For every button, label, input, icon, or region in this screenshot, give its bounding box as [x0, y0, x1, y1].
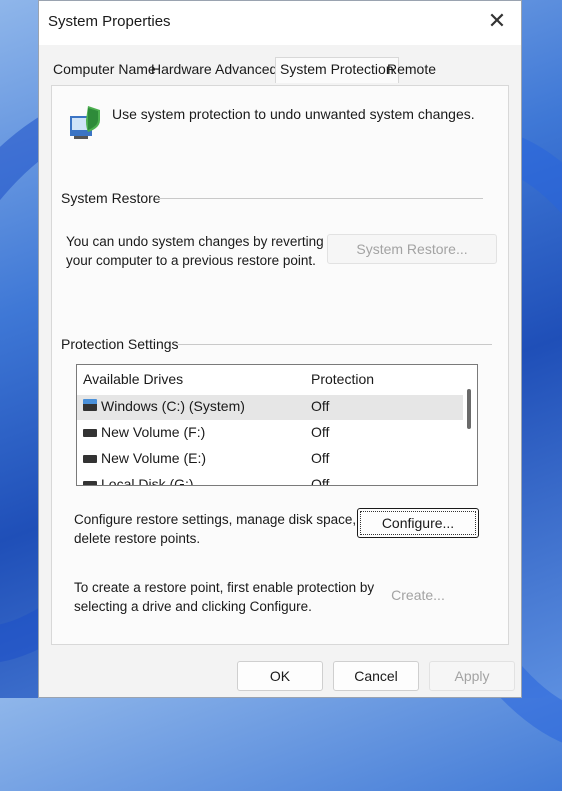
drive-row[interactable]: New Volume (E:) Off [77, 447, 463, 472]
tab-advanced[interactable]: Advanced [215, 61, 277, 77]
drives-list[interactable]: Available Drives Protection Windows (C:)… [76, 364, 478, 486]
tab-hardware[interactable]: Hardware [151, 61, 212, 77]
system-restore-description: You can undo system changes by reverting… [66, 232, 324, 270]
system-restore-button[interactable]: System Restore... [327, 234, 497, 264]
configure-description-line2: delete restore points. [74, 531, 201, 546]
dialog-footer: OK Cancel Apply [39, 649, 521, 699]
drive-protection-status: Off [311, 398, 330, 414]
drive-row[interactable]: Windows (C:) (System) Off [77, 395, 463, 420]
drive-name: Local Disk (G:) [101, 476, 194, 486]
drives-scrollbar[interactable] [467, 389, 471, 429]
system-restore-description-line1: You can undo system changes by reverting [66, 234, 324, 249]
tab-panel: Use system protection to undo unwanted s… [51, 85, 509, 645]
column-header-protection[interactable]: Protection [311, 371, 374, 387]
drive-name: New Volume (F:) [101, 424, 206, 440]
configure-description: Configure restore settings, manage disk … [74, 510, 382, 548]
create-button[interactable]: Create... [357, 580, 479, 610]
window-title: System Properties [48, 13, 171, 30]
close-icon[interactable]: ✕ [483, 7, 511, 35]
title-bar: System Properties ✕ [39, 1, 521, 45]
protection-settings-group-label: Protection Settings [61, 336, 179, 352]
column-header-available-drives[interactable]: Available Drives [83, 371, 183, 387]
create-description-line2: selecting a drive and clicking Configure… [74, 599, 312, 614]
intro-text: Use system protection to undo unwanted s… [112, 106, 475, 122]
drive-protection-status: Off [311, 476, 330, 486]
drive-row[interactable]: New Volume (F:) Off [77, 421, 463, 446]
configure-button[interactable]: Configure... [357, 508, 479, 538]
create-description: To create a restore point, first enable … [74, 578, 374, 616]
drive-row[interactable]: Local Disk (G:) Off [77, 473, 463, 486]
ok-button[interactable]: OK [237, 661, 323, 691]
apply-button[interactable]: Apply [429, 661, 515, 691]
cancel-button[interactable]: Cancel [333, 661, 419, 691]
tab-remote[interactable]: Remote [387, 61, 436, 77]
system-protection-icon [70, 106, 100, 139]
drive-icon [83, 455, 97, 463]
drive-protection-status: Off [311, 450, 330, 466]
create-description-line1: To create a restore point, first enable … [74, 580, 375, 595]
system-drive-icon [83, 399, 97, 411]
drive-protection-status: Off [311, 424, 330, 440]
tab-system-protection[interactable]: System Protection [275, 57, 399, 83]
group-divider [178, 344, 492, 345]
system-properties-dialog: System Properties ✕ Computer Name Hardwa… [38, 0, 522, 698]
group-divider [155, 198, 483, 199]
drive-icon [83, 429, 97, 437]
drive-name: New Volume (E:) [101, 450, 207, 466]
drive-icon [83, 481, 97, 485]
configure-description-line1: Configure restore settings, manage disk … [74, 512, 383, 527]
drive-name: Windows (C:) (System) [101, 398, 245, 414]
system-restore-group-label: System Restore [61, 190, 161, 206]
tab-computer-name[interactable]: Computer Name [53, 61, 156, 77]
system-restore-description-line2: your computer to a previous restore poin… [66, 253, 316, 268]
